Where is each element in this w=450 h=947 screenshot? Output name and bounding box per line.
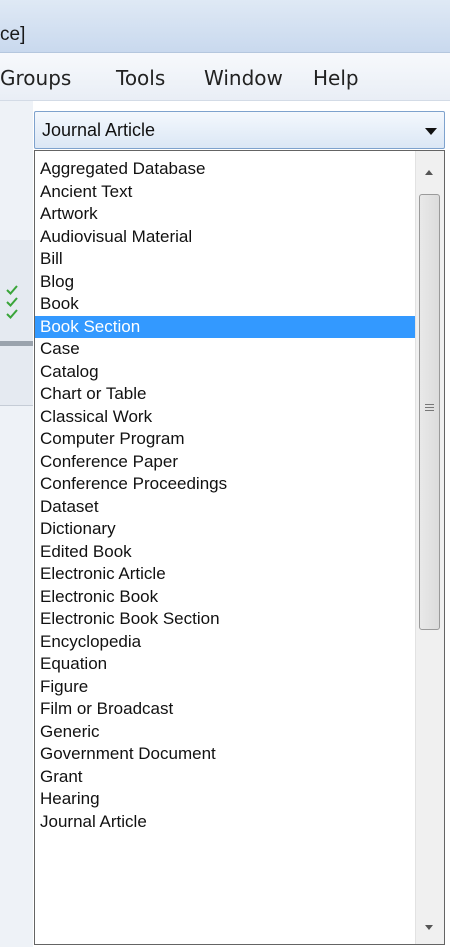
option-item[interactable]: Catalog [35, 361, 415, 384]
option-item[interactable]: Conference Paper [35, 451, 415, 474]
dropdown-scrollbar[interactable] [415, 151, 444, 944]
menu-window[interactable]: Window [204, 66, 283, 90]
option-item[interactable]: Equation [35, 653, 415, 676]
left-pane-band [0, 240, 33, 406]
menu-help[interactable]: Help [313, 66, 359, 90]
options-list: Aggregated Database Ancient Text Artwork Au… [35, 158, 415, 833]
check-icon [6, 297, 18, 307]
checklist-icons [6, 284, 18, 320]
window-title: ce] [0, 24, 26, 45]
option-item[interactable]: Artwork [35, 203, 415, 226]
reference-type-select[interactable]: Journal Article [34, 111, 445, 149]
option-item[interactable]: Computer Program [35, 428, 415, 451]
option-item[interactable]: Grant [35, 766, 415, 789]
option-item[interactable]: Figure [35, 676, 415, 699]
option-item[interactable]: Bill [35, 248, 415, 271]
scrollbar-thumb[interactable] [419, 194, 440, 630]
option-item[interactable]: Dataset [35, 496, 415, 519]
option-item[interactable]: Edited Book [35, 541, 415, 564]
option-item[interactable]: Hearing [35, 788, 415, 811]
option-item[interactable]: Case [35, 338, 415, 361]
chevron-down-icon[interactable] [425, 128, 437, 135]
option-item[interactable]: Book Section [35, 315, 415, 338]
option-item[interactable]: Aggregated Database [35, 158, 415, 181]
menu-groups[interactable]: Groups [0, 66, 71, 90]
option-item[interactable]: Ancient Text [35, 181, 415, 204]
option-item[interactable]: Encyclopedia [35, 631, 415, 654]
reference-type-dropdown-list[interactable]: Aggregated Database Ancient Text Artwork Au… [34, 150, 445, 945]
option-item[interactable]: Classical Work [35, 406, 415, 429]
option-item[interactable]: Film or Broadcast [35, 698, 415, 721]
menu-tools[interactable]: Tools [116, 66, 165, 90]
option-item[interactable]: Electronic Book [35, 586, 415, 609]
reference-type-value: Journal Article [42, 120, 156, 140]
check-icon [6, 309, 18, 319]
scroll-up-icon[interactable] [425, 170, 433, 175]
option-item[interactable]: Audiovisual Material [35, 226, 415, 249]
option-item[interactable]: Generic [35, 721, 415, 744]
option-item[interactable]: Government Document [35, 743, 415, 766]
option-item[interactable]: Electronic Article [35, 563, 415, 586]
title-bar: ce] [0, 0, 450, 53]
scroll-down-icon[interactable] [425, 925, 433, 930]
option-item[interactable]: Electronic Book Section [35, 608, 415, 631]
option-item[interactable]: Book [35, 293, 415, 316]
option-item[interactable]: Dictionary [35, 518, 415, 541]
left-pane [0, 101, 33, 947]
grip-icon [425, 404, 434, 412]
check-icon [6, 285, 18, 295]
option-item[interactable]: Conference Proceedings [35, 473, 415, 496]
option-item[interactable]: Chart or Table [35, 383, 415, 406]
pane-divider [0, 341, 33, 346]
menu-bar: Groups Tools Window Help [0, 53, 450, 101]
option-item[interactable]: Blog [35, 271, 415, 294]
option-item[interactable]: Journal Article [35, 811, 415, 834]
